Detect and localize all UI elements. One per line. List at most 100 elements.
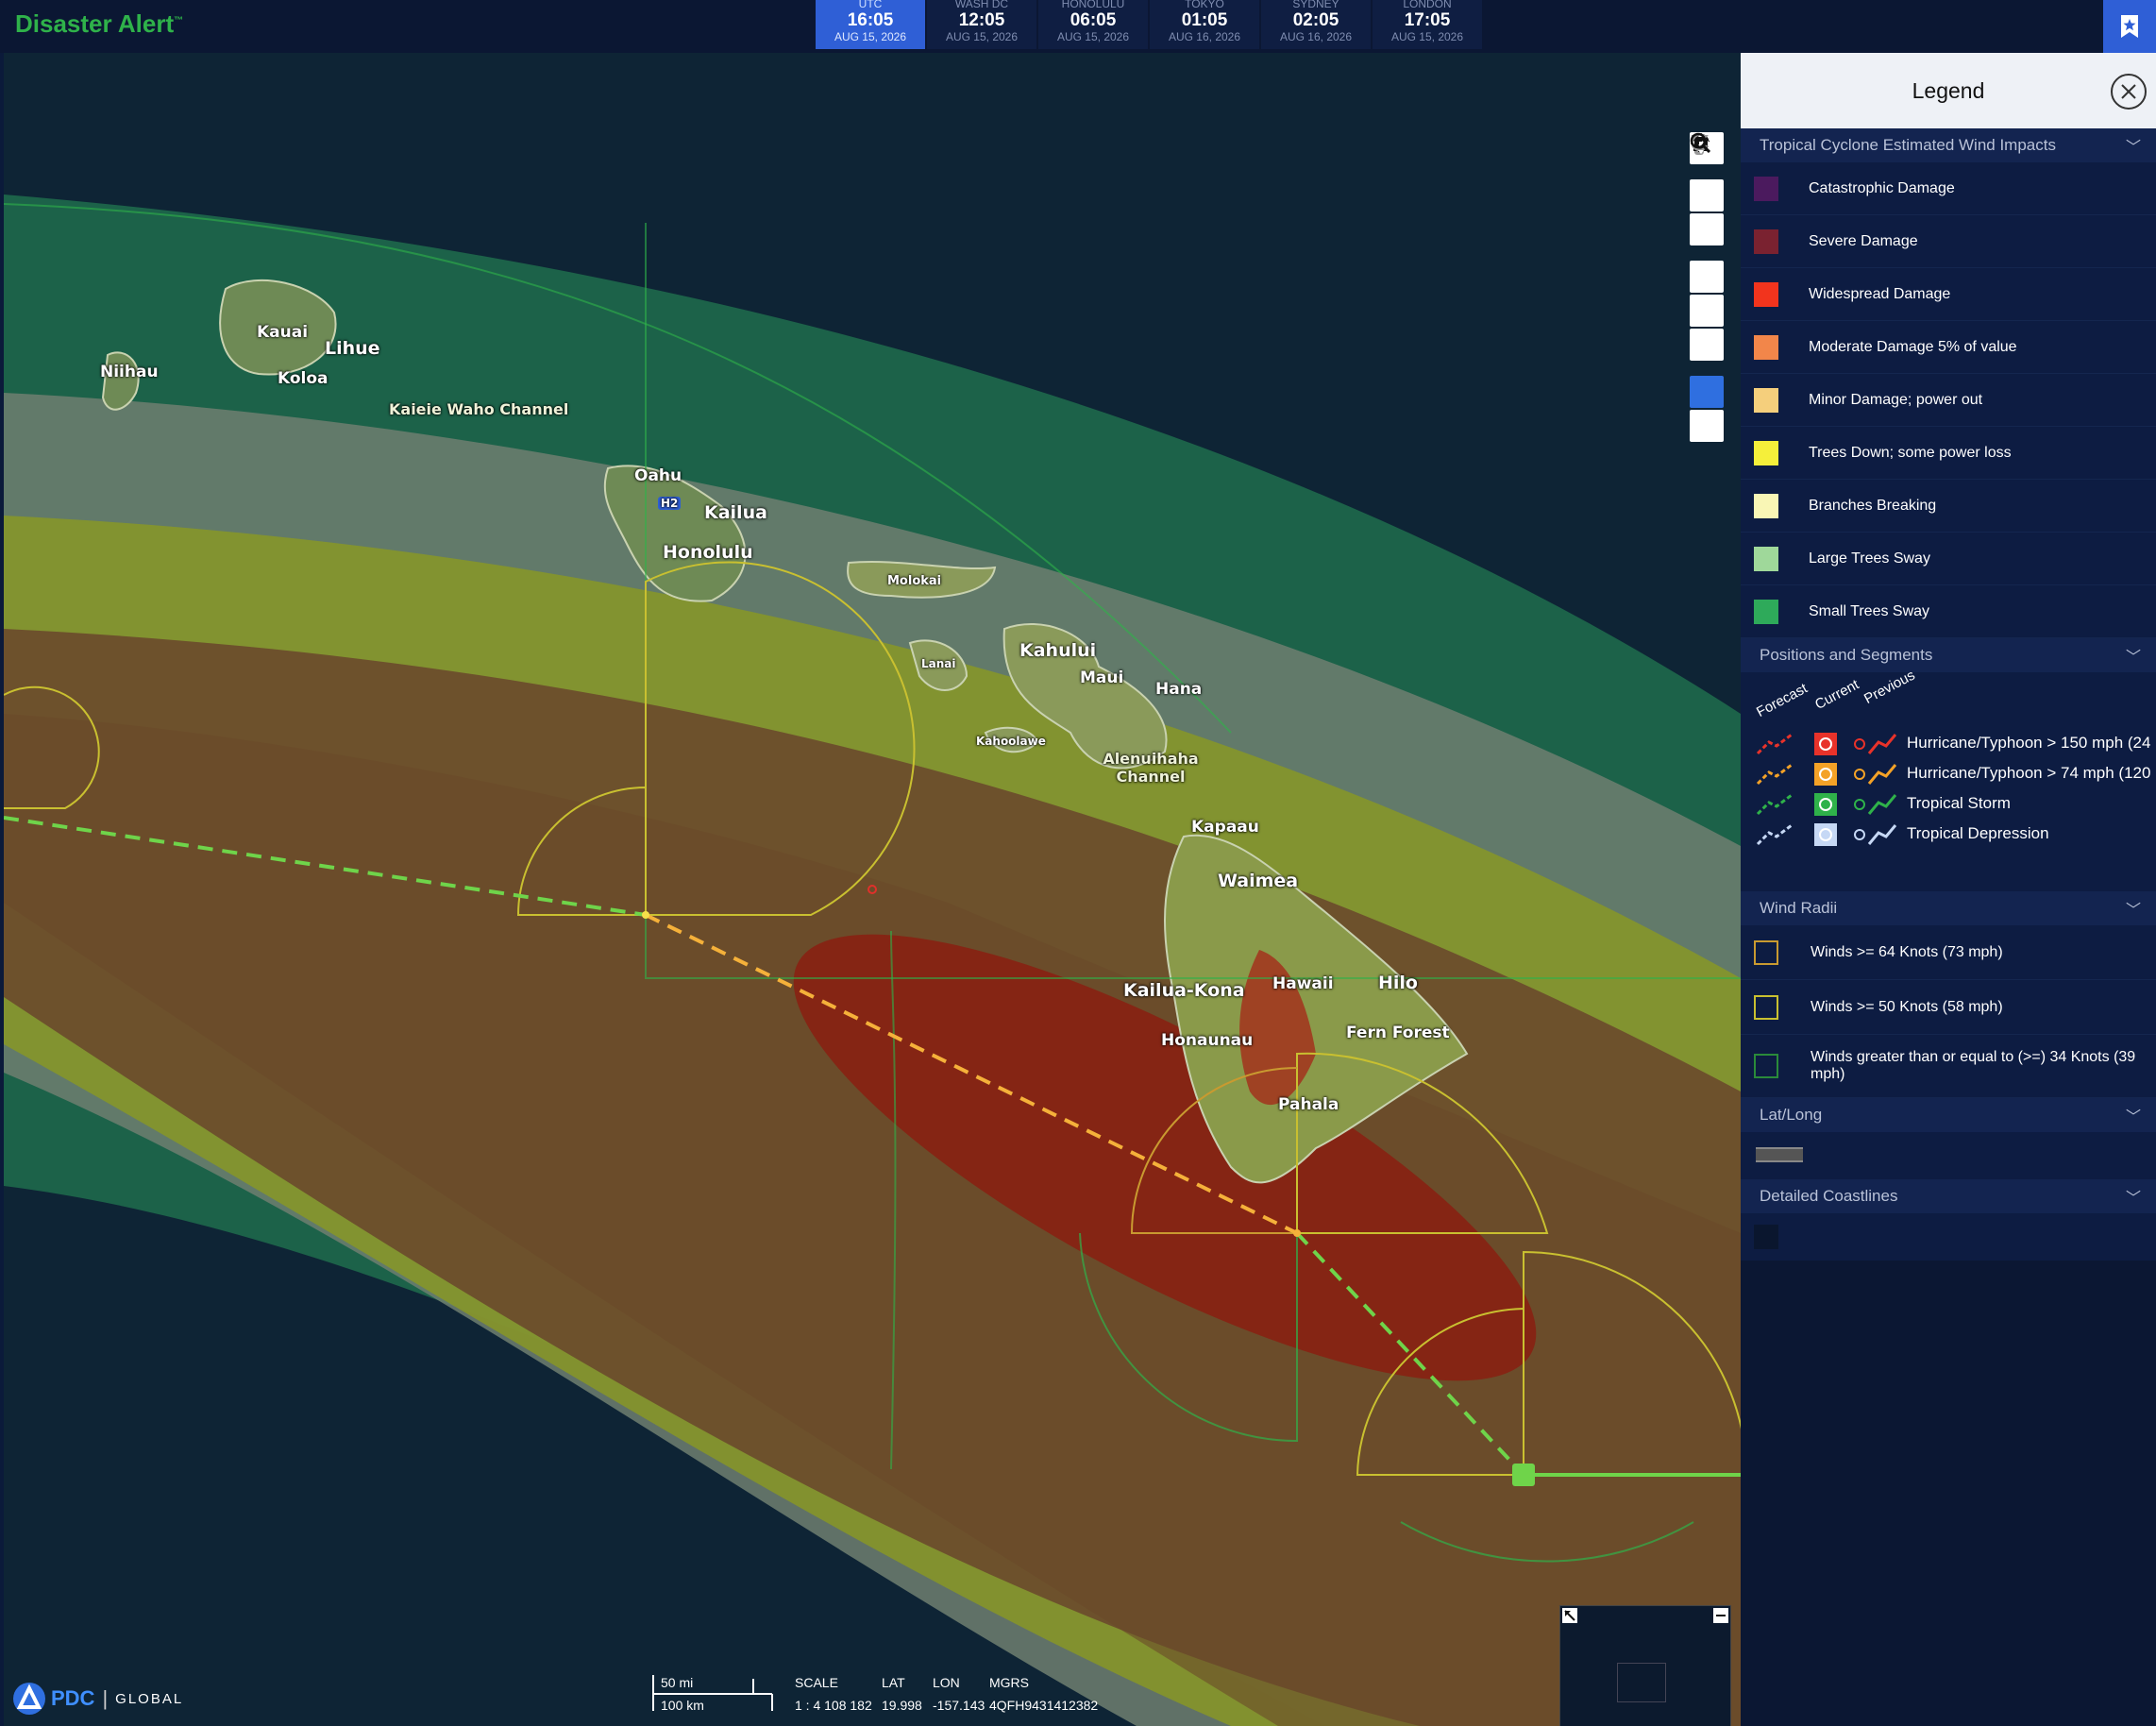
place-label: Hilo	[1378, 973, 1418, 993]
minimap-collapse-button[interactable]	[1713, 1608, 1728, 1623]
clock-city: UTC	[858, 0, 883, 10]
clock-date: AUG 15, 2026	[1390, 30, 1464, 43]
app-title[interactable]: Disaster Alert™	[15, 9, 183, 39]
track-symbols-icon	[1756, 793, 1897, 816]
clock-time: 17:05	[1404, 10, 1451, 30]
minimap-expand-button[interactable]	[1562, 1608, 1577, 1623]
logo-divider: |	[102, 1686, 109, 1710]
section-wind-impacts[interactable]: Tropical Cyclone Estimated Wind Impacts …	[1741, 128, 2156, 162]
rotate-left-button[interactable]	[1690, 133, 1724, 327]
clock-utc[interactable]: UTC 16:05 AUG 15, 2026	[816, 0, 925, 49]
track-position-point[interactable]	[1293, 1229, 1301, 1237]
map-layers	[4, 53, 1741, 1726]
highway-shield: H2	[658, 497, 682, 510]
positions-label: Tropical Storm	[1907, 794, 2011, 812]
clock-time: 02:05	[1292, 10, 1339, 30]
track-position-point[interactable]	[642, 911, 649, 919]
zoom-in-button[interactable]	[1690, 133, 1724, 212]
clock-time: 06:05	[1070, 10, 1117, 30]
positions-row: Tropical Storm	[1756, 789, 2011, 818]
legend-item: Catastrophic Damage	[1741, 162, 2156, 215]
clock-tokyo[interactable]: TOKYO 01:05 AUG 16, 2026	[1150, 0, 1259, 49]
logo-text: PDC	[51, 1686, 95, 1710]
scale-value: 1 : 4 108 182	[795, 1698, 872, 1713]
color-swatch	[1754, 387, 1778, 413]
section-positions[interactable]: Positions and Segments ﹀	[1741, 638, 2156, 672]
clock-london[interactable]: LONDON 17:05 AUG 15, 2026	[1373, 0, 1482, 49]
track-symbols-icon	[1756, 823, 1897, 846]
home-button[interactable]	[1690, 134, 1724, 293]
clock-time: 16:05	[847, 10, 894, 30]
latlong-legend	[1741, 1132, 2156, 1179]
section-title: Positions and Segments	[1760, 646, 1933, 664]
pdc-logo-icon	[13, 1683, 45, 1715]
legend-item-label: Trees Down; some power loss	[1809, 444, 2012, 461]
latlong-swatch	[1756, 1147, 1803, 1162]
legend-item-label: Branches Breaking	[1809, 497, 1937, 514]
expand-arrow-icon	[1564, 1610, 1575, 1621]
overview-minimap[interactable]	[1559, 1605, 1731, 1726]
clock-city: LONDON	[1403, 0, 1452, 10]
positions-row: Hurricane/Typhoon > 74 mph (120	[1756, 759, 2150, 787]
positions-label: Tropical Depression	[1907, 824, 2049, 842]
radius-swatch	[1754, 994, 1778, 1020]
section-wind-radii[interactable]: Wind Radii ﹀	[1741, 891, 2156, 925]
chevron-down-icon: ﹀	[2125, 650, 2141, 666]
place-label: Pahala	[1278, 1095, 1339, 1114]
pdc-logo[interactable]: PDC | GLOBAL	[11, 1681, 183, 1717]
chevron-down-icon: ﹀	[2125, 903, 2141, 919]
legend-title: Legend	[1912, 77, 1985, 103]
place-label: Alenuihaha Channel	[1103, 750, 1199, 786]
place-label: Kapaau	[1191, 818, 1259, 837]
section-latlong[interactable]: Lat/Long ﹀	[1741, 1098, 2156, 1132]
zoom-out-button[interactable]	[1690, 141, 1724, 245]
track-symbols-icon	[1756, 763, 1897, 786]
legend-close-button[interactable]	[2111, 74, 2147, 110]
color-swatch	[1754, 493, 1778, 518]
place-label: Koloa	[278, 369, 328, 388]
close-icon	[2121, 84, 2136, 99]
clock-city: SYDNEY	[1292, 0, 1339, 10]
legend-item-label: Widespread Damage	[1809, 285, 1951, 302]
lon-value: -157.143	[933, 1698, 985, 1713]
legend-item: Minor Damage; power out	[1741, 374, 2156, 427]
legend-item: Moderate Damage 5% of value	[1741, 321, 2156, 374]
legend-item: Winds >= 50 Knots (58 mph)	[1741, 980, 2156, 1035]
bookmark-button[interactable]	[2103, 0, 2156, 53]
section-title: Wind Radii	[1760, 899, 1838, 917]
color-swatch	[1754, 599, 1778, 624]
clock-honolulu[interactable]: HONOLULU 06:05 AUG 15, 2026	[1038, 0, 1148, 49]
positions-row: Tropical Depression	[1756, 820, 2049, 848]
lon-label: LON	[933, 1675, 960, 1690]
world-clocks: UTC 16:05 AUG 15, 2026 WASH DC 12:05 AUG…	[816, 0, 1484, 49]
color-swatch	[1754, 546, 1778, 571]
section-coastlines[interactable]: Detailed Coastlines ﹀	[1741, 1179, 2156, 1213]
place-label: Oahu	[634, 466, 682, 485]
scale-label: SCALE	[795, 1675, 838, 1690]
bookmark-star-icon	[2121, 15, 2138, 38]
clock-time: 01:05	[1181, 10, 1228, 30]
place-label: Niihau	[100, 363, 159, 381]
rotate-right-button[interactable]	[1690, 133, 1724, 361]
legend-item: Branches Breaking	[1741, 480, 2156, 533]
clock-date: AUG 15, 2026	[1056, 30, 1130, 43]
place-label: Honaunau	[1161, 1031, 1254, 1050]
positions-column-header: Previous	[1861, 667, 1918, 707]
map-canvas[interactable]: Kauai Lihue Koloa Niihau Kaieie Waho Cha…	[4, 53, 1741, 1726]
radius-swatch	[1754, 939, 1778, 965]
chevron-down-icon: ﹀	[2125, 140, 2141, 156]
chevron-down-icon: ﹀	[2125, 1191, 2141, 1207]
lat-label: LAT	[882, 1675, 905, 1690]
place-label: Lihue	[325, 338, 380, 359]
pan-button[interactable]	[1690, 133, 1724, 408]
clock-city: WASH DC	[954, 0, 1009, 10]
place-label: Kahului	[1019, 640, 1097, 661]
minimap-viewport	[1617, 1663, 1666, 1702]
zoom-box-button[interactable]	[1690, 132, 1724, 442]
mgrs-value: 4QFH9431412382	[989, 1698, 1099, 1713]
clock-sydney[interactable]: SYDNEY 02:05 AUG 16, 2026	[1261, 0, 1371, 49]
legend-header: Legend	[1741, 53, 2156, 128]
map-status-bar: 50 mi 100 km SCALE 1 : 4 108 182 LAT 19.…	[651, 1671, 1218, 1718]
clock-wash-dc[interactable]: WASH DC 12:05 AUG 15, 2026	[927, 0, 1036, 49]
storm-marker-icon[interactable]	[1512, 1464, 1535, 1486]
